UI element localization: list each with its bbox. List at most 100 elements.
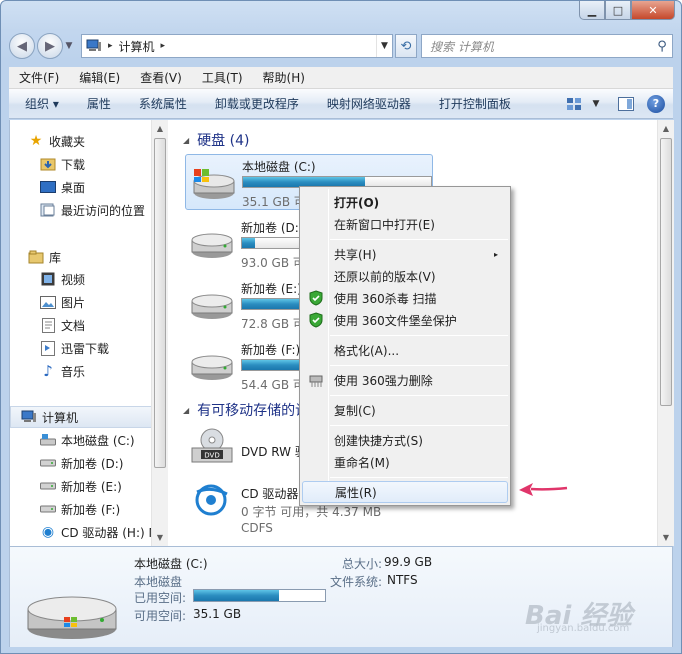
breadcrumb-computer[interactable]: 计算机 — [119, 38, 155, 55]
menu-item-share[interactable]: 共享(H) ▸ — [302, 243, 508, 265]
group-hard-disks[interactable]: ◢ 硬盘 (4) — [183, 130, 249, 150]
menu-help[interactable]: 帮助(H) — [253, 69, 315, 86]
drive-c-name: 本地磁盘 (C:) — [242, 160, 316, 174]
baidu-watermark: Bai 经验 jingyan.baidu.com — [525, 595, 632, 634]
watermark-url: jingyan.baidu.com — [537, 623, 630, 634]
menu-edit[interactable]: 编辑(E) — [69, 69, 130, 86]
menu-item-create-shortcut[interactable]: 创建快捷方式(S) — [302, 429, 508, 451]
search-placeholder: 搜索 计算机 — [430, 39, 494, 54]
menu-item-open-new-window[interactable]: 在新窗口中打开(E) — [302, 213, 508, 235]
address-history-dropdown[interactable]: ▼ — [376, 35, 392, 57]
open-control-panel-button[interactable]: 打开控制面板 — [425, 95, 525, 112]
nav-videos[interactable]: 视频 — [40, 269, 85, 289]
search-icon[interactable]: ⚲ — [652, 39, 672, 54]
nav-drive-e[interactable]: 新加卷 (E:) — [40, 476, 122, 496]
help-button[interactable]: ? — [647, 94, 665, 113]
nav-drive-f[interactable]: 新加卷 (F:) — [40, 499, 120, 519]
menu-item-copy[interactable]: 复制(C) — [302, 399, 508, 421]
drive-e-name: 新加卷 (E:) — [241, 282, 302, 296]
menu-item-format[interactable]: 格式化(A)... — [302, 339, 508, 361]
nav-desktop[interactable]: 桌面 — [40, 177, 85, 197]
collapse-triangle-icon[interactable]: ◢ — [183, 406, 189, 415]
scroll-down-arrow[interactable]: ▼ — [658, 529, 674, 546]
menu-separator — [330, 425, 508, 426]
forward-button[interactable]: ▶ — [37, 33, 63, 59]
properties-button[interactable]: 属性 — [73, 95, 125, 112]
nav-recent-places[interactable]: 最近访问的位置 — [40, 200, 145, 220]
menu-file[interactable]: 文件(F) — [9, 69, 69, 86]
scroll-up-arrow[interactable]: ▲ — [152, 120, 168, 137]
back-button[interactable]: ◀ — [9, 33, 35, 59]
details-free-label: 可用空间: — [134, 609, 187, 623]
collapse-triangle-icon[interactable]: ◢ — [183, 136, 189, 145]
nav-downloads[interactable]: 下载 — [40, 154, 85, 174]
change-view-button[interactable] — [563, 95, 585, 113]
system-drive-icon — [193, 169, 235, 199]
maximize-button[interactable]: □ — [605, 1, 631, 20]
navigation-scrollbar[interactable]: ▲ ▼ — [151, 120, 168, 546]
nav-libraries[interactable]: 库 — [28, 247, 61, 267]
hard-drive-icon — [191, 355, 233, 380]
downloads-folder-icon — [40, 156, 56, 172]
nav-documents[interactable]: 文档 — [40, 315, 85, 335]
organize-button[interactable]: 组织 ▾ — [9, 95, 73, 112]
nav-music[interactable]: ♪ 音乐 — [40, 361, 85, 381]
menu-item-360-scan[interactable]: 使用 360杀毒 扫描 — [302, 287, 508, 309]
address-bar[interactable]: ▸ 计算机 ▸ ▼ — [81, 34, 393, 58]
menu-item-open[interactable]: 打开(O) — [302, 191, 508, 213]
shield-360-icon — [309, 290, 323, 306]
scroll-thumb[interactable] — [154, 138, 166, 468]
nav-drive-d[interactable]: 新加卷 (D:) — [40, 453, 123, 473]
refresh-button[interactable]: ⟲ — [395, 34, 417, 58]
dvd-drive-icon: DVD — [191, 428, 233, 463]
map-network-drive-button[interactable]: 映射网络驱动器 — [313, 95, 425, 112]
nav-favorites-label: 收藏夹 — [49, 134, 86, 149]
nav-drive-f-label: 新加卷 (F:) — [61, 502, 121, 517]
recent-pages-dropdown[interactable]: ▼ — [63, 41, 75, 51]
computer-icon — [86, 39, 101, 51]
menu-tools[interactable]: 工具(T) — [192, 69, 253, 86]
breadcrumb-separator[interactable]: ▸ — [161, 41, 166, 51]
nav-xunlei-downloads[interactable]: 迅雷下载 — [40, 338, 109, 358]
explorer-window: ▁ □ ✕ ◀ ▶ ▼ ▸ 计算机 ▸ ▼ ⟲ 搜索 计算机 ⚲ 文件(F) 编… — [0, 0, 682, 654]
minimize-button[interactable]: ▁ — [579, 1, 605, 20]
scroll-down-arrow[interactable]: ▼ — [152, 529, 168, 546]
nav-favorites[interactable]: ★ 收藏夹 — [28, 131, 85, 151]
uninstall-program-button[interactable]: 卸载或更改程序 — [201, 95, 313, 112]
close-button[interactable]: ✕ — [631, 1, 675, 20]
nav-computer[interactable]: 计算机 — [10, 406, 160, 428]
submenu-arrow-icon: ▸ — [493, 249, 498, 259]
nav-drive-h[interactable]: ◉ CD 驱动器 (H:) M — [40, 522, 159, 542]
breadcrumb-separator[interactable]: ▸ — [108, 41, 113, 51]
scroll-up-arrow[interactable]: ▲ — [658, 120, 674, 137]
search-box[interactable]: 搜索 计算机 ⚲ — [421, 34, 673, 58]
details-fs-label: 文件系统: — [330, 575, 383, 589]
xunlei-folder-icon — [40, 340, 56, 356]
group-removable-title: 有可移动存储的设 — [197, 403, 310, 419]
documents-library-icon — [40, 317, 56, 333]
preview-pane-icon — [618, 96, 634, 111]
system-properties-button[interactable]: 系统属性 — [125, 95, 201, 112]
nav-music-label: 音乐 — [61, 364, 86, 379]
group-removable-storage[interactable]: ◢ 有可移动存储的设 — [183, 400, 309, 420]
details-drive-type: 本地磁盘 — [134, 575, 183, 589]
drive-d-usage-fill — [242, 238, 256, 248]
nav-pictures[interactable]: 图片 — [40, 292, 85, 312]
menu-item-properties[interactable]: 属性(R) — [302, 481, 508, 503]
scroll-thumb[interactable] — [660, 138, 672, 406]
nav-recent-label: 最近访问的位置 — [61, 203, 146, 218]
nav-drive-d-label: 新加卷 (D:) — [61, 456, 124, 471]
computer-icon — [21, 409, 37, 425]
menu-view[interactable]: 查看(V) — [130, 69, 192, 86]
menu-item-restore-previous[interactable]: 还原以前的版本(V) — [302, 265, 508, 287]
view-options-dropdown[interactable]: ▼ — [585, 95, 607, 113]
context-menu: 打开(O) 在新窗口中打开(E) 共享(H) ▸ 还原以前的版本(V) 使用 36… — [299, 186, 511, 506]
preview-pane-button[interactable] — [615, 95, 637, 113]
nav-drive-c[interactable]: 本地磁盘 (C:) — [40, 430, 135, 450]
menu-item-rename[interactable]: 重命名(M) — [302, 451, 508, 473]
main-scrollbar[interactable]: ▲ ▼ — [657, 120, 674, 546]
menu-item-360-protect[interactable]: 使用 360文件堡垒保护 — [302, 309, 508, 331]
menu-item-360-force-delete[interactable]: 使用 360强力删除 — [302, 369, 508, 391]
details-total-value: 99.9 GB — [384, 555, 433, 569]
nav-videos-label: 视频 — [61, 272, 86, 287]
